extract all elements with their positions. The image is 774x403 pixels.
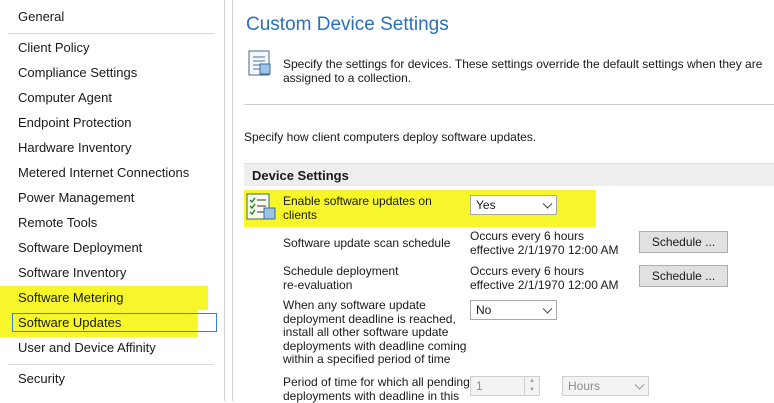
value-line: Occurs every 6 hours <box>470 265 619 279</box>
intro-description: Specify the settings for devices. These … <box>283 57 763 85</box>
label-line: within a specified period of time <box>283 353 466 367</box>
period-number-spinner[interactable]: 1 ▲▼ <box>470 376 540 396</box>
intro-line: assigned to a collection. <box>283 71 763 85</box>
sidebar-item-compliance-settings[interactable]: Compliance Settings <box>18 63 137 83</box>
dropdown-value: Hours <box>568 379 600 393</box>
sidebar-item-hardware-inventory[interactable]: Hardware Inventory <box>18 138 131 158</box>
chevron-down-icon <box>635 380 645 390</box>
deadline-label: When any software update deployment dead… <box>283 299 466 367</box>
value-line: effective 2/1/1970 12:00 AM <box>470 279 619 293</box>
settings-checklist-icon <box>244 192 278 222</box>
sidebar-item-security[interactable]: Security <box>18 369 65 389</box>
period-unit-dropdown[interactable]: Hours <box>562 376 649 396</box>
scan-schedule-button[interactable]: Schedule ... <box>639 231 728 253</box>
sidebar-item-user-and-device-affinity[interactable]: User and Device Affinity <box>18 338 156 358</box>
sidebar-item-power-management[interactable]: Power Management <box>18 188 134 208</box>
scan-schedule-value: Occurs every 6 hours effective 2/1/1970 … <box>470 230 619 257</box>
chevron-down-icon <box>543 199 553 209</box>
label-line: re-evaluation <box>283 279 398 293</box>
dropdown-value: Yes <box>476 198 496 212</box>
page-title: Custom Device Settings <box>246 14 449 36</box>
value-line: Occurs every 6 hours <box>470 230 619 244</box>
chevron-down-icon <box>543 304 553 314</box>
intro-line: Specify the settings for devices. These … <box>283 57 763 71</box>
sidebar-item-client-policy[interactable]: Client Policy <box>18 38 90 58</box>
label-line: Schedule deployment <box>283 265 398 279</box>
sidebar-navigation: General Client Policy Compliance Setting… <box>0 0 225 401</box>
section-header: Device Settings <box>244 163 774 186</box>
reevaluation-value: Occurs every 6 hours effective 2/1/1970 … <box>470 265 619 292</box>
label-line: deployments with deadline coming <box>283 340 466 354</box>
sidebar-item-software-updates[interactable]: Software Updates <box>18 313 121 333</box>
value-line: effective 2/1/1970 12:00 AM <box>470 244 619 258</box>
reevaluation-label: Schedule deployment re-evaluation <box>283 265 398 292</box>
period-label: Period of time for which all pending dep… <box>283 376 470 403</box>
sidebar-divider <box>8 33 214 34</box>
enable-updates-dropdown[interactable]: Yes <box>470 195 557 215</box>
label-line: When any software update <box>283 299 466 313</box>
label-line: Period of time for which all pending <box>283 376 470 390</box>
label-line: Enable software updates on <box>283 195 432 209</box>
sidebar-item-computer-agent[interactable]: Computer Agent <box>18 88 112 108</box>
group-description: Specify how client computers deploy soft… <box>244 130 536 144</box>
enable-updates-label: Enable software updates on clients <box>283 195 432 222</box>
sidebar-item-metered-internet-connections[interactable]: Metered Internet Connections <box>18 163 189 183</box>
section-label: Device Settings <box>252 168 349 183</box>
sidebar-item-remote-tools[interactable]: Remote Tools <box>18 213 97 233</box>
dropdown-value: No <box>476 303 491 317</box>
label-line: install all other software update <box>283 326 466 340</box>
sidebar-item-general[interactable]: General <box>18 7 64 27</box>
spinner-arrows-icon[interactable]: ▲▼ <box>524 377 539 395</box>
sidebar-item-software-metering[interactable]: Software Metering <box>18 288 124 308</box>
divider <box>244 104 774 105</box>
spinner-value: 1 <box>476 379 483 393</box>
label-line: clients <box>283 209 432 223</box>
label-line: deployment deadline is reached, <box>283 313 466 327</box>
sidebar-divider <box>8 364 214 365</box>
settings-document-icon <box>245 49 275 79</box>
sidebar-item-software-deployment[interactable]: Software Deployment <box>18 238 142 258</box>
deadline-dropdown[interactable]: No <box>470 300 557 320</box>
sidebar-item-endpoint-protection[interactable]: Endpoint Protection <box>18 113 131 133</box>
sidebar-item-software-inventory[interactable]: Software Inventory <box>18 263 126 283</box>
reevaluation-schedule-button[interactable]: Schedule ... <box>639 265 728 287</box>
scan-schedule-label: Software update scan schedule <box>283 237 450 251</box>
